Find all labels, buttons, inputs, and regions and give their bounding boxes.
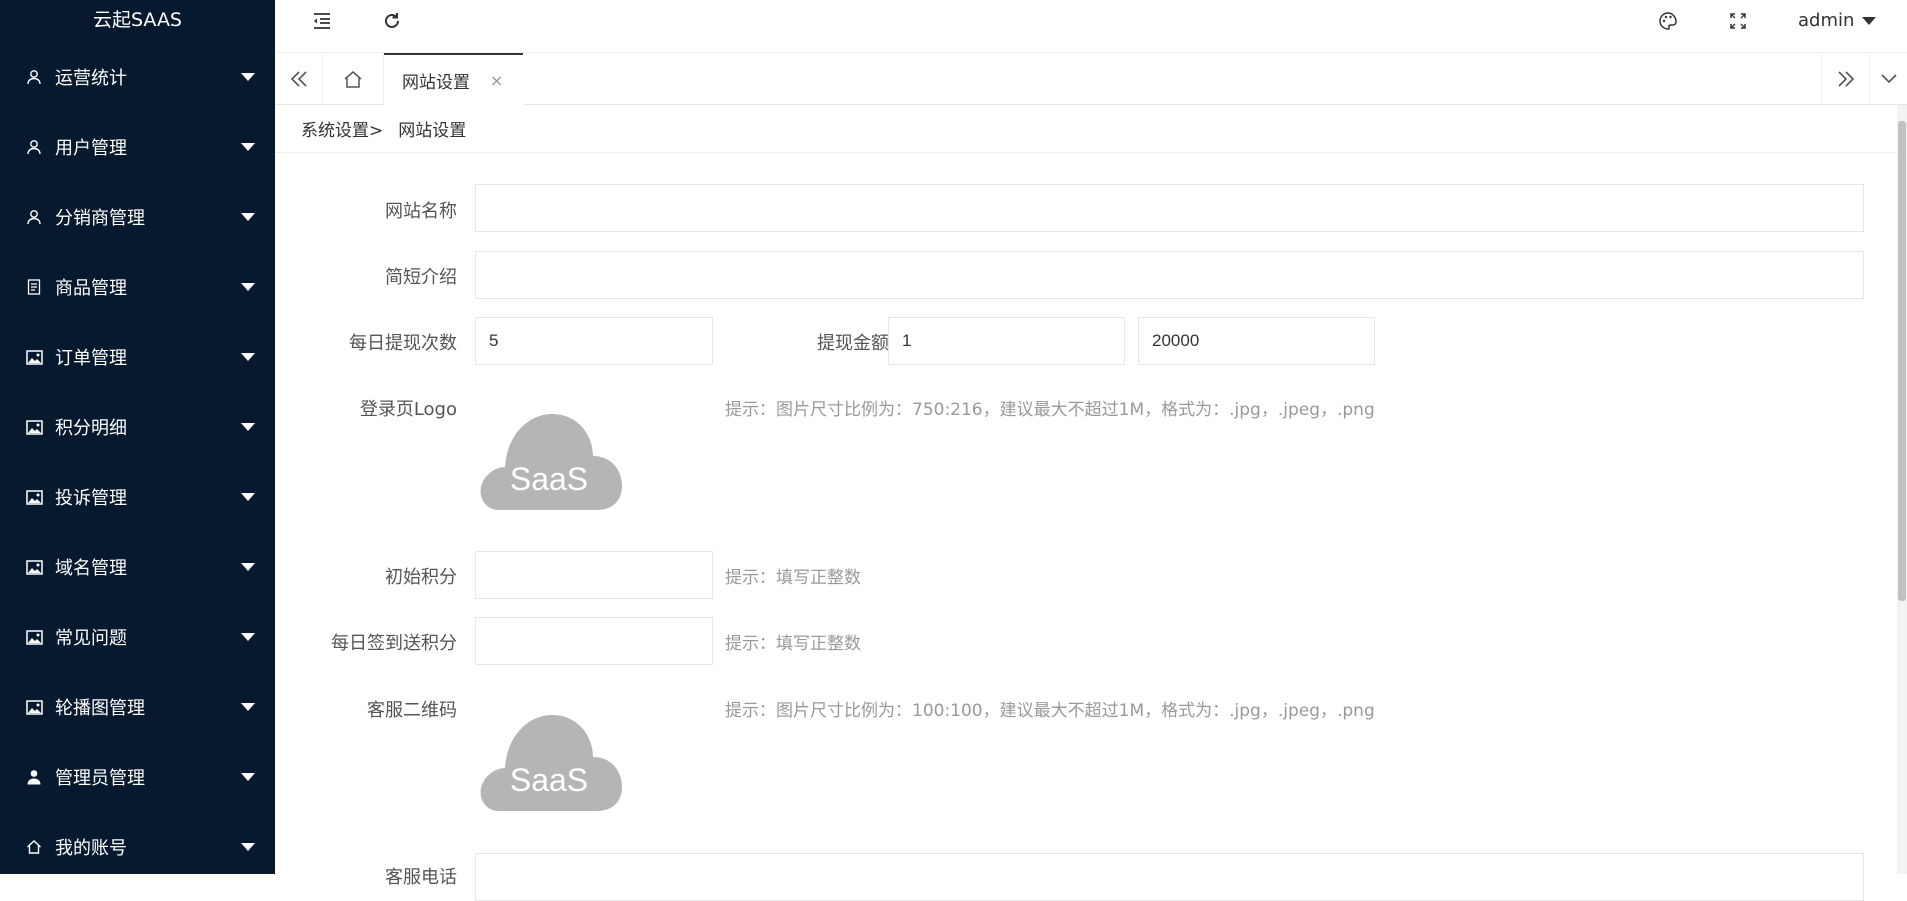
sidebar-item-label: 商品管理	[55, 278, 127, 299]
service-phone-label: 客服电话	[385, 867, 457, 888]
breadcrumb-parent[interactable]: 系统设置>	[301, 116, 383, 141]
caret-down-icon	[241, 353, 255, 361]
tabs-scroll-right-icon[interactable]	[1821, 53, 1869, 105]
caret-down-icon	[241, 283, 255, 291]
sidebar-item-user-management[interactable]: 用户管理	[0, 112, 275, 182]
daily-withdraw-label: 每日提现次数	[349, 333, 457, 354]
sidebar-item-faq[interactable]: 常见问题	[0, 602, 275, 672]
caret-down-icon	[241, 563, 255, 571]
initial-points-hint: 提示：填写正整数	[725, 568, 861, 588]
breadcrumb: 系统设置> 网站设置	[275, 105, 1907, 153]
caret-down-icon	[1862, 16, 1877, 25]
withdraw-amount-label: 提现金额	[817, 333, 889, 354]
caret-down-icon	[241, 703, 255, 711]
sidebar-item-banner-management[interactable]: 轮播图管理	[0, 672, 275, 742]
caret-down-icon	[241, 773, 255, 781]
daily-signin-points-label: 每日签到送积分	[331, 633, 457, 654]
sidebar-item-label: 轮播图管理	[55, 698, 145, 719]
breadcrumb-current: 网站设置	[398, 121, 467, 141]
daily-signin-points-hint: 提示：填写正整数	[725, 634, 861, 654]
caret-down-icon	[241, 143, 255, 151]
sidebar-item-label: 投诉管理	[55, 488, 127, 509]
scrollbar-thumb[interactable]	[1898, 121, 1906, 601]
home-icon	[25, 838, 43, 856]
site-name-input[interactable]	[475, 184, 1864, 232]
caret-down-icon	[241, 633, 255, 641]
login-logo-label: 登录页Logo	[359, 399, 457, 420]
withdraw-max-input[interactable]: 20000	[1138, 317, 1375, 365]
initial-points-label: 初始积分	[385, 567, 457, 588]
sidebar-menu: 运营统计 用户管理 分销商管理 商品管理 订单管理 积分明细 投诉管理 域名管理…	[0, 42, 275, 874]
initial-points-input[interactable]	[475, 551, 713, 599]
user-icon	[25, 208, 43, 226]
service-qrcode-label: 客服二维码	[367, 700, 457, 721]
top-toolbar: admin	[275, 0, 1907, 53]
image-icon	[25, 418, 43, 436]
service-qrcode-upload-image[interactable]: SaaS	[477, 707, 622, 813]
main-area: admin 网站设置 × 系统设置> 网站设置 网站名称 简短介绍 每日提现次数	[275, 0, 1907, 901]
service-qrcode-hint: 提示：图片尺寸比例为：100:100，建议最大不超过1M，格式为：.jpg，.j…	[725, 701, 1375, 721]
sidebar-item-label: 域名管理	[55, 558, 127, 579]
user-menu[interactable]: admin	[1798, 10, 1877, 31]
close-tab-icon[interactable]: ×	[490, 71, 503, 90]
username: admin	[1798, 10, 1855, 31]
tabs-menu-chevron-down-icon[interactable]	[1869, 53, 1907, 105]
collapse-menu-icon[interactable]	[311, 10, 333, 32]
sidebar-item-my-account[interactable]: 我的账号	[0, 812, 275, 874]
image-icon	[25, 628, 43, 646]
intro-input[interactable]	[475, 251, 1864, 299]
content-scrollbar[interactable]	[1897, 105, 1907, 874]
home-tab-icon[interactable]	[323, 53, 384, 105]
app-title: 云起SAAS	[93, 9, 182, 31]
user-icon	[25, 68, 43, 86]
login-logo-hint: 提示：图片尺寸比例为：750:216，建议最大不超过1M，格式为：.jpg，.j…	[725, 400, 1375, 420]
image-icon	[25, 348, 43, 366]
sidebar-item-label: 运营统计	[55, 68, 127, 89]
sidebar-item-label: 积分明细	[55, 418, 127, 439]
fullscreen-icon[interactable]	[1727, 10, 1749, 32]
login-logo-upload-image[interactable]: SaaS	[477, 406, 622, 512]
caret-down-icon	[241, 843, 255, 851]
sidebar-item-admin-management[interactable]: 管理员管理	[0, 742, 275, 812]
daily-signin-points-input[interactable]	[475, 617, 713, 665]
sidebar: 云起SAAS 运营统计 用户管理 分销商管理 商品管理 订单管理 积分明细 投诉…	[0, 0, 275, 874]
sidebar-item-label: 订单管理	[55, 348, 127, 369]
caret-down-icon	[241, 493, 255, 501]
tabs-scroll-left-icon[interactable]	[275, 53, 323, 105]
theme-palette-icon[interactable]	[1657, 10, 1679, 32]
image-icon	[25, 558, 43, 576]
withdraw-min-input[interactable]: 1	[888, 317, 1125, 365]
tab-bar: 网站设置 ×	[275, 53, 1907, 105]
caret-down-icon	[241, 423, 255, 431]
sidebar-item-label: 分销商管理	[55, 208, 145, 229]
person-icon	[25, 768, 43, 786]
image-icon	[25, 698, 43, 716]
sidebar-item-domain-management[interactable]: 域名管理	[0, 532, 275, 602]
image-icon	[25, 488, 43, 506]
tab-label: 网站设置	[402, 72, 470, 93]
sidebar-item-product-management[interactable]: 商品管理	[0, 252, 275, 322]
caret-down-icon	[241, 73, 255, 81]
sidebar-item-label: 我的账号	[55, 838, 127, 859]
tab-site-settings[interactable]: 网站设置 ×	[384, 53, 523, 105]
qrcode-image-text: SaaS	[510, 762, 588, 798]
sidebar-item-label: 常见问题	[55, 628, 127, 649]
user-icon	[25, 138, 43, 156]
daily-withdraw-input[interactable]: 5	[475, 317, 713, 365]
sidebar-item-operations-stats[interactable]: 运营统计	[0, 42, 275, 112]
sidebar-item-label: 管理员管理	[55, 768, 145, 789]
intro-label: 简短介绍	[385, 267, 457, 288]
sidebar-item-complaint-management[interactable]: 投诉管理	[0, 462, 275, 532]
document-icon	[25, 278, 43, 296]
refresh-icon[interactable]	[381, 10, 403, 32]
sidebar-item-points-detail[interactable]: 积分明细	[0, 392, 275, 462]
sidebar-item-distributor-management[interactable]: 分销商管理	[0, 182, 275, 252]
sidebar-item-order-management[interactable]: 订单管理	[0, 322, 275, 392]
site-name-label: 网站名称	[385, 201, 457, 222]
service-phone-input[interactable]	[475, 853, 1864, 901]
sidebar-item-label: 用户管理	[55, 138, 127, 159]
caret-down-icon	[241, 213, 255, 221]
logo-image-text: SaaS	[510, 461, 588, 497]
